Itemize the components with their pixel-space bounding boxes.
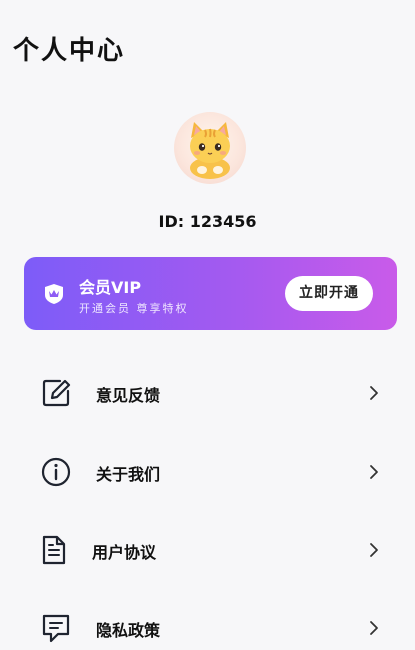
user-id: ID: 123456 [158, 212, 257, 231]
vip-title: 会员VIP [79, 278, 142, 297]
chevron-right-icon [370, 543, 378, 557]
menu-item-privacy-policy[interactable]: 隐私政策 [0, 593, 415, 650]
menu-item-feedback[interactable]: 意见反馈 [0, 358, 415, 428]
chevron-right-icon [370, 386, 378, 400]
menu-label: 关于我们 [96, 465, 161, 484]
menu-item-user-agreement[interactable]: 用户协议 [0, 515, 415, 585]
vip-open-button[interactable]: 立即开通 [285, 276, 373, 311]
vip-card[interactable]: 会员VIP 开通会员 尊享特权 立即开通 [24, 257, 397, 330]
profile-page: 个人中心 ID: 123456 会员VIP 开通会员 尊享特权 立即开通 意见反… [0, 0, 415, 650]
info-icon [41, 457, 71, 487]
document-icon [42, 535, 66, 565]
chevron-right-icon [370, 621, 378, 635]
menu-label: 用户协议 [92, 543, 157, 562]
edit-icon [42, 379, 71, 407]
vip-subtitle: 开通会员 尊享特权 [79, 302, 189, 315]
menu-label: 意见反馈 [96, 386, 161, 405]
menu-label: 隐私政策 [96, 621, 161, 640]
cat-avatar-image [190, 122, 230, 179]
vip-shield-icon [45, 284, 63, 304]
avatar[interactable] [174, 112, 246, 184]
chevron-right-icon [370, 465, 378, 479]
menu-item-about[interactable]: 关于我们 [0, 437, 415, 507]
page-title: 个人中心 [13, 36, 126, 66]
message-icon [42, 614, 70, 643]
